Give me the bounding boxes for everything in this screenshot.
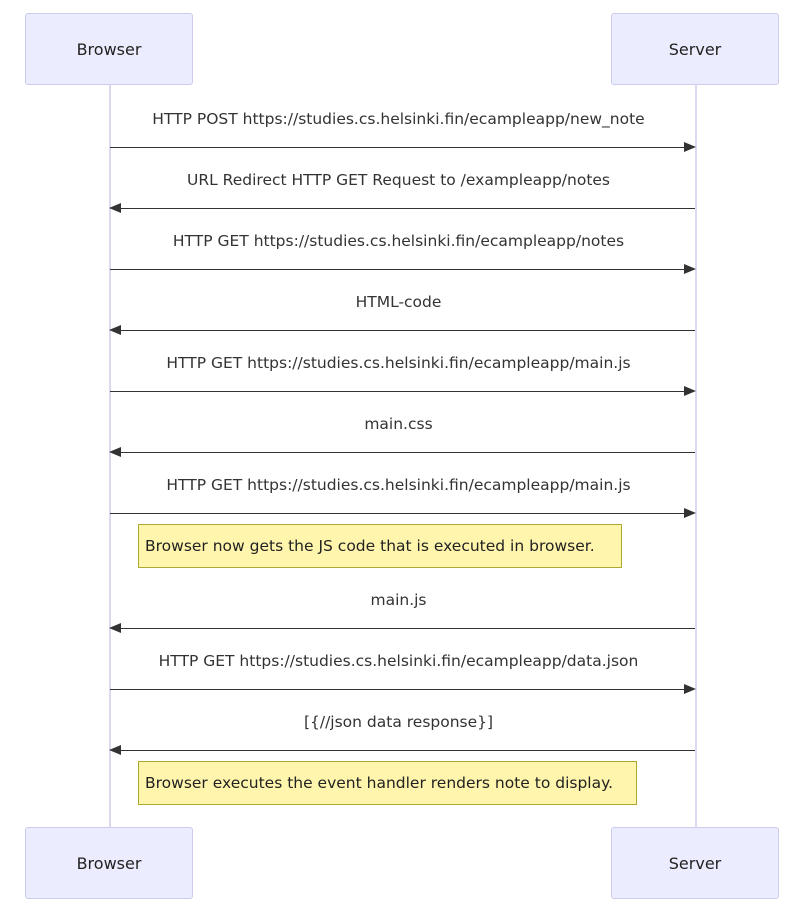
arrow-head-right — [684, 142, 696, 152]
arrow-head-right — [684, 386, 696, 396]
message-arrow — [121, 628, 695, 629]
arrow-head-left — [109, 203, 121, 213]
actor-server-bottom: Server — [611, 827, 779, 899]
message-arrow — [110, 391, 684, 392]
message-arrow — [121, 330, 695, 331]
note-text: Browser now gets the JS code that is exe… — [145, 537, 595, 555]
message-arrow — [121, 452, 695, 453]
message-label: HTTP POST https://studies.cs.helsinki.fi… — [152, 110, 645, 128]
message-label: [{//json data response}] — [303, 713, 494, 731]
arrow-head-right — [684, 684, 696, 694]
message-label: main.js — [370, 591, 427, 609]
arrow-head-right — [684, 264, 696, 274]
message-label: HTTP GET https://studies.cs.helsinki.fin… — [172, 232, 625, 250]
message-label: HTTP GET https://studies.cs.helsinki.fin… — [166, 476, 631, 494]
message-arrow — [110, 147, 684, 148]
actor-server-label: Server — [668, 39, 722, 59]
note: Browser now gets the JS code that is exe… — [138, 524, 622, 568]
actor-browser-label: Browser — [76, 853, 142, 873]
message-arrow — [121, 750, 695, 751]
message-label: HTTP GET https://studies.cs.helsinki.fin… — [166, 354, 631, 372]
arrow-head-right — [684, 508, 696, 518]
arrow-head-left — [109, 325, 121, 335]
actor-server-label: Server — [668, 853, 722, 873]
actor-browser-label: Browser — [76, 39, 142, 59]
message-label: URL Redirect HTTP GET Request to /exampl… — [186, 171, 611, 189]
arrow-head-left — [109, 745, 121, 755]
note-text: Browser executes the event handler rende… — [145, 774, 613, 792]
actor-browser-top: Browser — [25, 13, 193, 85]
actor-server-top: Server — [611, 13, 779, 85]
message-arrow — [121, 208, 695, 209]
note: Browser executes the event handler rende… — [138, 761, 637, 805]
message-label: HTTP GET https://studies.cs.helsinki.fin… — [158, 652, 639, 670]
message-arrow — [110, 513, 684, 514]
message-label: main.css — [364, 415, 433, 433]
arrow-head-left — [109, 623, 121, 633]
message-arrow — [110, 689, 684, 690]
actor-browser-bottom: Browser — [25, 827, 193, 899]
arrow-head-left — [109, 447, 121, 457]
message-label: HTML-code — [355, 293, 442, 311]
message-arrow — [110, 269, 684, 270]
